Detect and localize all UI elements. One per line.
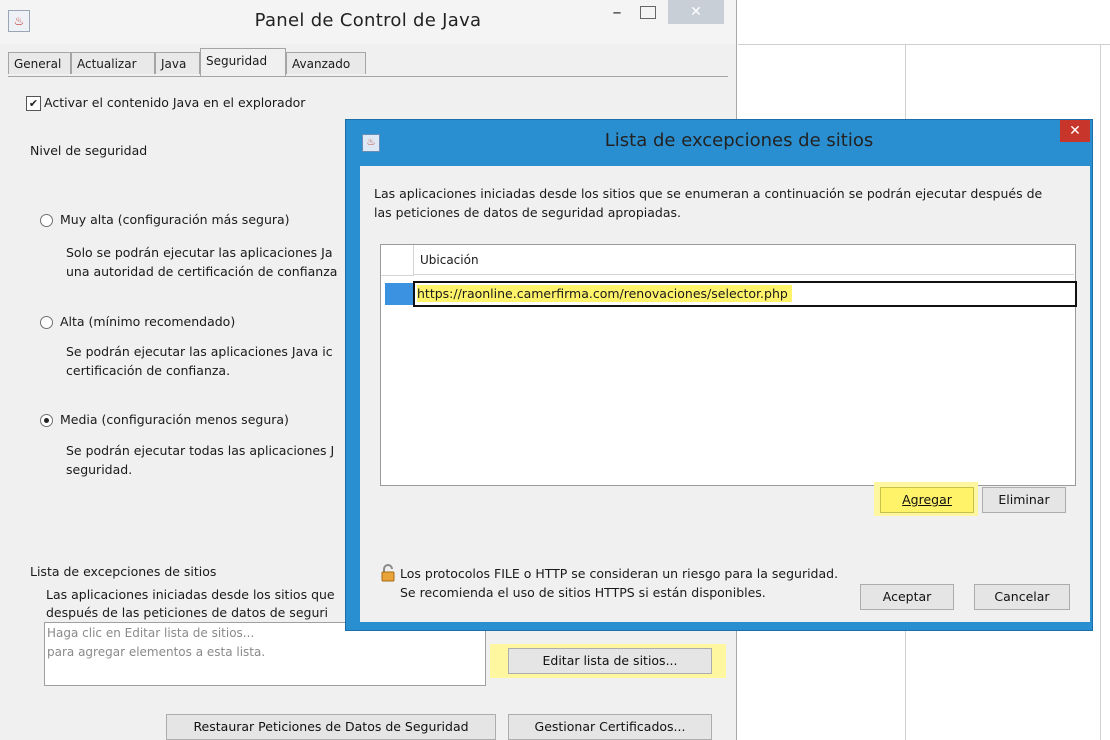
row-selector[interactable]: [385, 283, 413, 305]
very-high-description: una autoridad de certificación de confia…: [66, 264, 338, 279]
add-button[interactable]: Agregar: [880, 487, 974, 513]
tab-general[interactable]: General: [8, 52, 71, 74]
tab-actualizar[interactable]: Actualizar: [71, 52, 155, 74]
manage-certificates-button[interactable]: Gestionar Certificados...: [508, 714, 712, 740]
sites-table[interactable]: Ubicación https://raonline.camerfirma.co…: [380, 244, 1077, 486]
radio-medium[interactable]: [40, 414, 53, 427]
edit-sites-button[interactable]: Editar lista de sitios...: [508, 648, 712, 674]
dialog-description: Las aplicaciones iniciadas desde los sit…: [374, 186, 1043, 201]
tab-java[interactable]: Java: [155, 52, 200, 74]
radio-high-label: Alta (mínimo recomendado): [60, 314, 236, 329]
security-warning: Los protocolos FILE o HTTP se consideran…: [400, 566, 839, 581]
very-high-description: Solo se podrán ejecutar las aplicaciones…: [66, 245, 333, 260]
minimize-button[interactable]: –: [600, 0, 634, 28]
enable-java-checkbox[interactable]: ✔: [26, 96, 41, 111]
radio-very-high-label: Muy alta (configuración más segura): [60, 212, 290, 227]
high-description: Se podrán ejecutar las aplicaciones Java…: [66, 344, 333, 359]
row-selector-header: [381, 245, 414, 276]
tab-seguridad[interactable]: Seguridad: [200, 48, 286, 76]
ok-button[interactable]: Aceptar: [860, 584, 954, 610]
tab-bar: General Actualizar Java Seguridad Avanza…: [8, 48, 728, 77]
exceptions-title: Lista de excepciones de sitios: [30, 564, 217, 579]
title-bar: ♨ Panel de Control de Java – ✕: [0, 0, 736, 44]
dialog-description: las peticiones de datos de seguridad apr…: [374, 205, 681, 220]
radio-high[interactable]: [40, 316, 53, 329]
security-warning: Se recomienda el uso de sitios HTTPS si …: [400, 585, 766, 600]
exceptions-description: después de las peticiones de datos de se…: [46, 605, 328, 620]
site-url[interactable]: https://raonline.camerfirma.com/renovaci…: [417, 285, 792, 302]
tab-avanzado[interactable]: Avanzado: [286, 52, 366, 74]
radio-very-high[interactable]: [40, 214, 53, 227]
security-level-label: Nivel de seguridad: [30, 143, 148, 158]
background-header: [738, 0, 1110, 45]
column-header-location[interactable]: Ubicación: [414, 245, 1074, 275]
dialog-body: Las aplicaciones iniciadas desde los sit…: [360, 166, 1090, 622]
exceptions-placeholder: para agregar elementos a esta lista.: [47, 645, 266, 659]
site-exceptions-dialog: ♨ Lista de excepciones de sitios ✕ Las a…: [346, 120, 1092, 630]
background-divider: [1100, 44, 1101, 740]
high-description: certificación de confianza.: [66, 363, 231, 378]
table-row[interactable]: https://raonline.camerfirma.com/renovaci…: [413, 281, 1077, 307]
cancel-button[interactable]: Cancelar: [974, 584, 1070, 610]
dialog-close-button[interactable]: ✕: [1060, 120, 1090, 142]
close-button[interactable]: ✕: [668, 0, 724, 24]
restore-prompts-button[interactable]: Restaurar Peticiones de Datos de Segurid…: [166, 714, 496, 740]
enable-java-label: Activar el contenido Java en el explorad…: [44, 95, 306, 110]
maximize-button[interactable]: [640, 6, 656, 19]
medium-description: seguridad.: [66, 462, 133, 477]
radio-medium-label: Media (configuración menos segura): [60, 412, 289, 427]
dialog-title: Lista de excepciones de sitios: [604, 130, 874, 151]
exceptions-placeholder: Haga clic en Editar lista de sitios...: [47, 626, 255, 640]
remove-button[interactable]: Eliminar: [982, 487, 1066, 513]
exceptions-list[interactable]: Haga clic en Editar lista de sitios... p…: [44, 622, 486, 686]
lock-icon: [381, 564, 395, 582]
exceptions-description: Las aplicaciones iniciadas desde los sit…: [46, 587, 335, 602]
medium-description: Se podrán ejecutar todas las aplicacione…: [66, 443, 335, 458]
